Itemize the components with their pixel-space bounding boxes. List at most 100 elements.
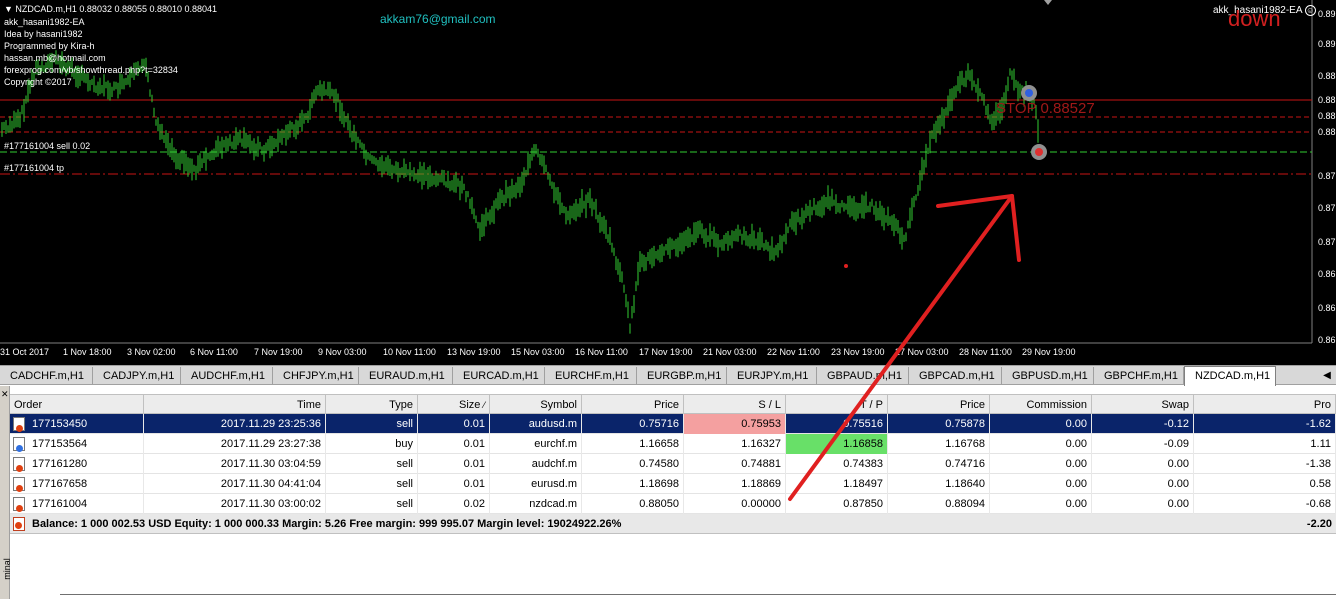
col-size-label: Size: [459, 399, 481, 411]
balance-cell: Balance: 1 000 002.53 USD Equity: 1 000 …: [10, 514, 1010, 534]
ea-info-line: hassan.mb@hotmail.com: [4, 53, 106, 63]
symbol-cell: eurusd.m: [490, 474, 582, 494]
balance-summary: Balance: 1 000 002.53 USD Equity: 1 000 …: [32, 518, 622, 530]
time-axis-label: 16 Nov 11:00: [575, 347, 628, 357]
horizontal-scrollbar[interactable]: [60, 594, 1336, 599]
col-order[interactable]: Order: [10, 395, 144, 415]
table-row[interactable]: 177161280 2017.11.30 03:04:59 sell 0.01 …: [10, 454, 1336, 474]
take-profit-cell[interactable]: 0.87850: [786, 494, 888, 514]
take-profit-cell[interactable]: 0.75516: [786, 414, 888, 434]
price-scale-label: 0.89: [1318, 9, 1336, 19]
order-cell: 177153450: [10, 414, 144, 434]
time-cell: 2017.11.30 04:41:04: [144, 474, 326, 494]
stop-loss-cell[interactable]: 1.16327: [684, 434, 786, 454]
col-time[interactable]: Time: [144, 395, 326, 415]
order-id: 177153450: [32, 418, 88, 430]
tab-scroll-left-icon[interactable]: ◀: [1318, 366, 1336, 386]
size-cell: 0.01: [418, 414, 490, 434]
col-type[interactable]: Type: [326, 395, 418, 415]
price-scale-label: 0.86: [1318, 303, 1336, 313]
price-scale-label: 0.88: [1318, 111, 1336, 121]
col-commission[interactable]: Commission: [990, 395, 1092, 415]
take-profit-cell[interactable]: 1.18497: [786, 474, 888, 494]
price-scale-label: 0.88: [1318, 95, 1336, 105]
size-cell: 0.02: [418, 494, 490, 514]
size-cell: 0.01: [418, 434, 490, 454]
table-row[interactable]: 177153564 2017.11.29 23:27:38 buy 0.01 e…: [10, 434, 1336, 454]
time-axis-label: 3 Nov 02:00: [127, 347, 176, 357]
col-open-price[interactable]: Price: [582, 395, 684, 415]
email-label: akkam76@gmail.com: [380, 12, 496, 26]
price-scale-label: 0.88: [1318, 127, 1336, 137]
time-axis-label: 31 Oct 2017: [0, 347, 50, 357]
order-id: 177167658: [32, 478, 88, 490]
order-id: 177161004: [32, 498, 88, 510]
tab-eurjpy[interactable]: EURJPY.m,H1: [727, 367, 817, 385]
tab-cadchf[interactable]: CADCHF.m,H1: [0, 367, 93, 385]
commission-cell: 0.00: [990, 494, 1092, 514]
current-price-cell: 1.18640: [888, 474, 990, 494]
col-take-profit[interactable]: T / P: [786, 395, 888, 415]
close-icon[interactable]: ✕: [1, 390, 9, 399]
commission-cell: 0.00: [990, 434, 1092, 454]
tab-nzdcad[interactable]: NZDCAD.m,H1: [1184, 366, 1276, 386]
stop-loss-cell[interactable]: 0.00000: [684, 494, 786, 514]
swap-cell: -0.12: [1092, 414, 1194, 434]
current-price-cell: 0.88094: [888, 494, 990, 514]
chart-canvas: [0, 0, 1313, 344]
stop-loss-cell[interactable]: 1.18869: [684, 474, 786, 494]
stop-loss-cell[interactable]: 0.75953: [684, 414, 786, 434]
terminal-side-label: minal: [1, 558, 12, 580]
tab-gbpcad[interactable]: GBPCAD.m,H1: [909, 367, 1002, 385]
table-row[interactable]: 177167658 2017.11.30 04:41:04 sell 0.01 …: [10, 474, 1336, 494]
order-cell: 177161004: [10, 494, 144, 514]
time-cell: 2017.11.30 03:00:02: [144, 494, 326, 514]
time-axis-label: 29 Nov 19:00: [1022, 347, 1076, 357]
tab-euraud[interactable]: EURAUD.m,H1: [359, 367, 453, 385]
table-row[interactable]: 177153450 2017.11.29 23:25:36 sell 0.01 …: [10, 414, 1336, 434]
tab-eurcad[interactable]: EURCAD.m,H1: [453, 367, 545, 385]
col-size[interactable]: Size ⁄: [418, 395, 490, 415]
col-current-price[interactable]: Price: [888, 395, 990, 415]
time-axis-label: 10 Nov 11:00: [383, 347, 436, 357]
ea-info-line: Programmed by Kira-h: [4, 41, 95, 51]
time-cell: 2017.11.29 23:25:36: [144, 414, 326, 434]
terminal-side-strip: ✕ minal: [0, 386, 12, 599]
order-tp-label[interactable]: #177161004 tp: [4, 162, 64, 174]
sell-order-icon: [13, 477, 25, 492]
size-cell: 0.01: [418, 474, 490, 494]
col-stop-loss[interactable]: S / L: [684, 395, 786, 415]
tab-cadjpy[interactable]: CADJPY.m,H1: [93, 367, 181, 385]
order-sell-label[interactable]: #177161004 sell 0.02: [4, 140, 90, 152]
order-marker-dot: [1025, 89, 1033, 97]
tab-eurgbp[interactable]: EURGBP.m,H1: [637, 367, 727, 385]
stop-level-text: STOP 0.88527: [996, 100, 1095, 117]
take-profit-cell[interactable]: 0.74383: [786, 454, 888, 474]
col-profit[interactable]: Pro: [1194, 395, 1336, 415]
time-axis-label: 9 Nov 03:00: [318, 347, 367, 357]
stop-loss-cell[interactable]: 0.74881: [684, 454, 786, 474]
swap-cell: 0.00: [1092, 474, 1194, 494]
open-price-cell: 1.18698: [582, 474, 684, 494]
ea-info-line: akk_hasani1982-EA: [4, 17, 85, 27]
signal-dot: [844, 264, 848, 268]
commission-cell: 0.00: [990, 474, 1092, 494]
price-chart[interactable]: ▼ NZDCAD.m,H1 0.88032 0.88055 0.88010 0.…: [0, 0, 1336, 365]
col-symbol[interactable]: Symbol: [490, 395, 582, 415]
tab-gbpchf[interactable]: GBPCHF.m,H1: [1094, 367, 1184, 385]
ea-smiley-icon[interactable]: ☺: [1304, 5, 1316, 16]
time-cell: 2017.11.30 03:04:59: [144, 454, 326, 474]
collapse-arrow-icon[interactable]: ▼: [4, 4, 15, 14]
tab-chfjpy[interactable]: CHFJPY.m,H1: [273, 367, 359, 385]
col-swap[interactable]: Swap: [1092, 395, 1194, 415]
profit-cell: -1.62: [1194, 414, 1336, 434]
take-profit-cell[interactable]: 1.16858: [786, 434, 888, 454]
tab-gbpusd[interactable]: GBPUSD.m,H1: [1002, 367, 1094, 385]
tab-audchf[interactable]: AUDCHF.m,H1: [181, 367, 273, 385]
table-row[interactable]: 177161004 2017.11.30 03:00:02 sell 0.02 …: [10, 494, 1336, 514]
balance-icon: [13, 517, 25, 531]
symbol-cell: eurchf.m: [490, 434, 582, 454]
chart-header: ▼ NZDCAD.m,H1 0.88032 0.88055 0.88010 0.…: [4, 3, 217, 15]
tab-gbpaud[interactable]: GBPAUD.m,H1: [817, 367, 909, 385]
tab-eurchf[interactable]: EURCHF.m,H1: [545, 367, 637, 385]
